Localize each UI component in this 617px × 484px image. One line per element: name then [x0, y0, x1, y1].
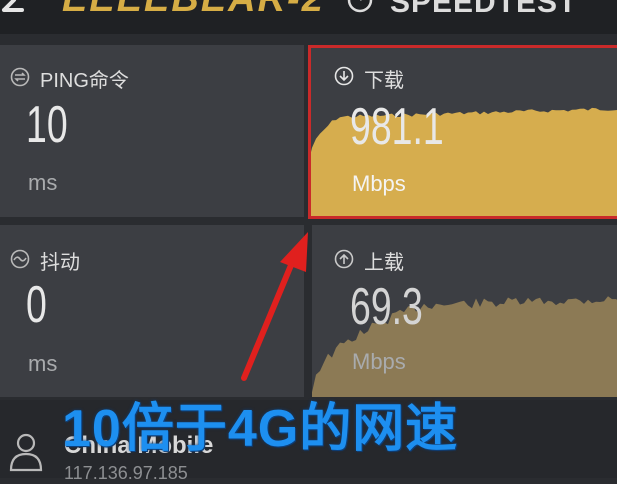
download-card: 下载 981.1 Mbps	[308, 45, 617, 217]
download-arrow-icon	[334, 66, 354, 86]
jitter-unit: ms	[28, 351, 58, 376]
ping-value: 10	[26, 96, 68, 154]
upload-value: 69.3	[350, 278, 423, 336]
ip-address: 117.136.97.185	[64, 463, 188, 483]
speedtest-gauge-icon	[347, 0, 373, 13]
top-bar: EEEEBEAR-2 SPEEDTEST	[0, 0, 617, 34]
upload-label: 上载	[364, 252, 404, 274]
annotation-caption: 10倍于4G的网速	[62, 400, 459, 458]
ping-label: PING命令	[40, 70, 129, 92]
jitter-value: 0	[26, 276, 47, 334]
jitter-icon	[10, 249, 30, 269]
user-icon	[9, 433, 43, 472]
back-arrow-icon[interactable]	[0, 0, 44, 20]
ping-icon	[10, 67, 30, 87]
jitter-card: 抖动 0 ms	[0, 225, 304, 397]
download-value: 981.1	[350, 98, 444, 156]
download-label: 下载	[364, 70, 404, 92]
upload-arrow-icon	[334, 249, 354, 269]
ping-card: PING命令 10 ms	[0, 45, 304, 217]
jitter-label: 抖动	[40, 252, 80, 274]
upload-card: 上载 69.3 Mbps	[312, 225, 617, 397]
speedtest-title: SPEEDTEST	[390, 0, 578, 19]
ping-unit: ms	[28, 170, 58, 195]
download-unit: Mbps	[352, 171, 406, 196]
brand-logo: EEEEBEAR-2	[62, 0, 325, 21]
upload-unit: Mbps	[352, 349, 406, 374]
